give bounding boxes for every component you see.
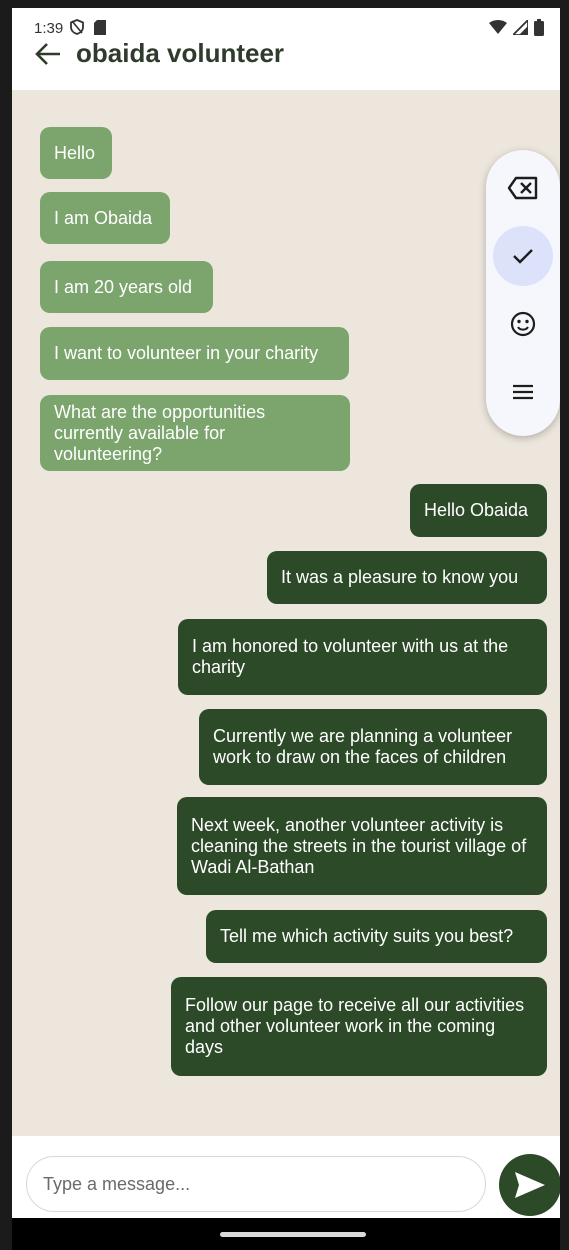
phone-screen: 1:39 obaida volunteer Hello I am Obaida … (12, 8, 560, 1250)
wifi-icon (489, 19, 507, 34)
message-text: I am 20 years old (54, 276, 193, 297)
message-input[interactable] (26, 1156, 486, 1212)
message-text: It was a pleasure to know you (281, 567, 519, 587)
backspace-icon (507, 176, 538, 200)
app-bar: 1:39 obaida volunteer (12, 8, 560, 90)
message-text: I am Obaida (54, 207, 153, 228)
message-text: Next week, another volunteer activity is… (191, 814, 527, 877)
status-icons-left (70, 18, 106, 36)
keyboard-toolbar (486, 150, 560, 436)
message-text: Tell me which activity suits you best? (220, 926, 514, 946)
send-button[interactable] (499, 1154, 560, 1216)
status-icons-right (489, 18, 544, 36)
message-bubble[interactable]: Hello Obaida (410, 484, 547, 537)
message-text: Follow our page to receive all our activ… (185, 995, 525, 1057)
message-bubble[interactable]: What are the opportunities currently ava… (40, 395, 350, 471)
send-icon (515, 1172, 545, 1198)
check-icon (513, 249, 533, 264)
signal-icon (513, 19, 528, 35)
message-bubble[interactable]: Follow our page to receive all our activ… (171, 977, 547, 1076)
menu-icon (513, 384, 533, 400)
backspace-button[interactable] (493, 158, 553, 218)
message-text: I am honored to volunteer with us at the… (192, 636, 509, 677)
battery-icon (534, 18, 544, 36)
menu-button[interactable] (493, 362, 553, 422)
message-bubble[interactable]: I want to volunteer in your charity (40, 327, 349, 380)
arrow-left-icon[interactable] (32, 38, 64, 70)
message-bubble[interactable]: Hello (40, 127, 112, 179)
message-bubble[interactable]: Next week, another volunteer activity is… (177, 797, 547, 895)
message-text: Hello (54, 142, 96, 163)
emoji-button[interactable] (493, 294, 553, 354)
message-bubble[interactable]: I am honored to volunteer with us at the… (178, 619, 547, 695)
system-nav-bar (12, 1218, 560, 1250)
shield-icon (70, 19, 84, 35)
message-bubble[interactable]: Tell me which activity suits you best? (206, 910, 547, 963)
message-bubble[interactable]: Currently we are planning a volunteer wo… (199, 709, 547, 785)
message-text: Hello Obaida (424, 500, 529, 520)
message-text: Currently we are planning a volunteer wo… (213, 726, 513, 767)
message-bubble[interactable]: I am 20 years old (40, 261, 213, 313)
message-bubble[interactable]: I am Obaida (40, 192, 170, 244)
status-time: 1:39 (34, 20, 64, 37)
message-bubble[interactable]: It was a pleasure to know you (267, 551, 547, 604)
sd-card-icon (94, 19, 106, 35)
check-button[interactable] (493, 226, 553, 286)
message-text: What are the opportunities currently ava… (54, 401, 266, 464)
emoji-icon (510, 311, 536, 337)
home-handle[interactable] (220, 1232, 366, 1237)
page-title: obaida volunteer (76, 38, 285, 68)
message-text: I want to volunteer in your charity (54, 343, 319, 363)
